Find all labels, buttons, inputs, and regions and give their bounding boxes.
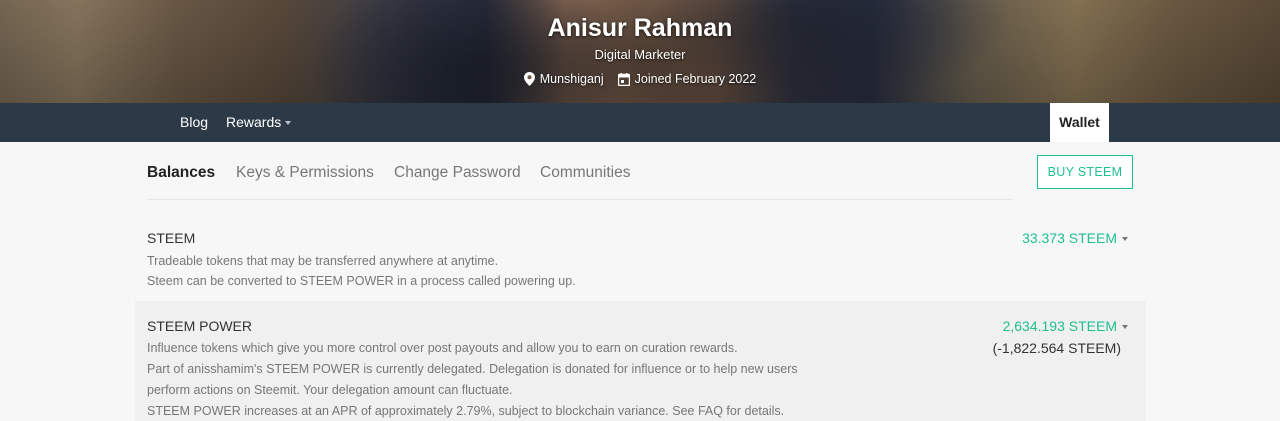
steem-power-amount: 2,634.193 STEEM: [1002, 318, 1117, 334]
steem-desc-2: Steem can be converted to STEEM POWER in…: [147, 274, 576, 288]
steem-power-desc-3: perform actions on Steemit. Your delegat…: [147, 383, 513, 397]
steem-power-amount-dropdown[interactable]: 2,634.193 STEEM: [1003, 318, 1128, 334]
nav-rewards-label: Rewards: [226, 114, 282, 130]
tab-keys-permissions[interactable]: Keys & Permissions: [236, 164, 374, 182]
steem-power-desc-1: Influence tokens which give you more con…: [147, 341, 738, 355]
steem-power-desc-4: STEEM POWER increases at an APR of appro…: [147, 404, 785, 418]
profile-name: Anisur Rahman: [547, 14, 733, 42]
profile-location: Munshiganj: [523, 72, 604, 86]
chevron-down-icon: [285, 121, 292, 126]
profile-meta: Munshiganj Joined February 2022: [0, 72, 1280, 86]
steem-power-title: STEEM POWER: [147, 318, 253, 334]
nav-blog[interactable]: Blog: [180, 103, 208, 142]
buy-steem-button[interactable]: BUY STEEM: [1037, 155, 1133, 189]
profile-joined: Joined February 2022: [617, 72, 757, 86]
profile-joined-text: Joined February 2022: [634, 72, 757, 86]
balance-row-steem: STEEM Tradeable tokens that may be trans…: [147, 230, 1132, 291]
calendar-icon: [617, 72, 630, 86]
steem-power-delegated: (-1,822.564 STEEM): [992, 340, 1121, 356]
steem-amount: 33.373 STEEM: [1022, 230, 1117, 246]
steem-title: STEEM: [147, 230, 196, 246]
map-pin-icon: [523, 72, 535, 86]
tab-balances[interactable]: Balances: [147, 164, 215, 182]
balance-row-steem-power: STEEM POWER Influence tokens which give …: [135, 301, 1146, 421]
profile-about: Digital Marketer: [594, 47, 686, 62]
steem-desc-1: Tradeable tokens that may be transferred…: [147, 254, 499, 268]
tab-change-password[interactable]: Change Password: [394, 164, 521, 182]
nav-rewards[interactable]: Rewards: [226, 103, 292, 142]
profile-location-text: Munshiganj: [539, 72, 604, 86]
chevron-down-icon: [1122, 325, 1128, 330]
chevron-down-icon: [1122, 237, 1128, 242]
steem-power-desc-2: Part of anisshamim's STEEM POWER is curr…: [147, 362, 798, 376]
subnav-divider: [147, 199, 1013, 200]
tab-communities[interactable]: Communities: [540, 164, 630, 182]
steem-amount-dropdown[interactable]: 33.373 STEEM: [1022, 230, 1128, 246]
nav-wallet[interactable]: Wallet: [1050, 103, 1109, 142]
